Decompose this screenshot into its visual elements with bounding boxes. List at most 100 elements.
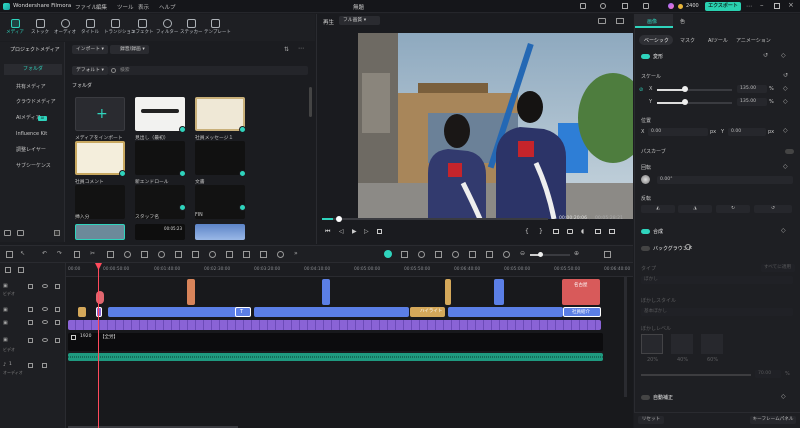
speed-icon[interactable] (124, 251, 131, 258)
title-clip[interactable]: 社員紹介 (563, 307, 601, 317)
tab-sticker[interactable]: ステッカー (180, 14, 203, 41)
stop-icon[interactable] (377, 229, 382, 234)
tab-color[interactable]: 色 (680, 18, 685, 25)
title-clip[interactable]: T (235, 307, 251, 317)
path-curve-toggle[interactable] (785, 149, 794, 154)
scrollbar[interactable] (309, 87, 312, 117)
scale-x-input[interactable]: 135.00 (737, 85, 767, 93)
text-icon[interactable] (141, 251, 148, 258)
mask-icon[interactable] (192, 251, 199, 258)
avatar[interactable] (668, 3, 674, 9)
tab-effect[interactable]: エフェクト (131, 14, 154, 41)
more-icon[interactable]: ⋯ (746, 3, 752, 10)
mix-icon[interactable] (486, 251, 493, 258)
zoom-slider[interactable] (530, 254, 570, 256)
snap-toggle-icon[interactable] (384, 250, 392, 258)
sidebar-item-influence-kit[interactable]: Influence Kit (4, 129, 62, 140)
composite-toggle[interactable] (641, 229, 650, 234)
preview-mode[interactable]: 再生 (323, 18, 334, 26)
title-clip[interactable] (187, 279, 195, 305)
link-track-icon[interactable] (18, 267, 24, 273)
menu-file[interactable]: ファイル (75, 3, 97, 11)
fullscreen-icon[interactable] (595, 229, 601, 234)
pip-icon[interactable] (469, 251, 476, 258)
more-icon[interactable]: » (294, 250, 298, 257)
export-button[interactable]: エクスポート (705, 2, 741, 11)
slider-handle[interactable] (682, 86, 688, 92)
mute-icon[interactable] (55, 284, 60, 289)
play-icon[interactable]: ▶ (352, 228, 357, 235)
render-icon[interactable] (418, 251, 425, 258)
vertical-scrollbar[interactable] (624, 277, 627, 397)
layout-icon[interactable] (616, 18, 624, 24)
subtab-animation[interactable]: アニメーション (736, 37, 771, 44)
import-dropdown[interactable]: インポート ▾ (72, 45, 108, 54)
mute-icon[interactable] (55, 338, 60, 343)
zoom-out-icon[interactable]: ⊖ (520, 250, 525, 257)
record-icon[interactable] (277, 251, 284, 258)
select-arrow-icon[interactable]: ↖ (20, 250, 25, 257)
menu-view[interactable]: 表示 (138, 3, 149, 11)
diamond-icon[interactable]: ◇ (781, 227, 786, 234)
lock-icon[interactable] (28, 363, 33, 368)
title-clip[interactable] (78, 307, 86, 317)
rotate-left-button[interactable]: ↺ (754, 205, 792, 213)
title-clip[interactable] (254, 307, 409, 317)
title-clip[interactable] (322, 279, 330, 305)
monitor-icon[interactable] (580, 3, 586, 9)
scale-y-input[interactable]: 135.00 (737, 98, 767, 106)
audio-waveform-clip[interactable] (68, 353, 603, 361)
color-icon[interactable] (158, 251, 165, 258)
layout-icon[interactable] (604, 251, 611, 258)
reset-button[interactable]: リセット (638, 416, 664, 424)
playhead[interactable] (98, 263, 99, 428)
redo-icon[interactable]: ↷ (57, 250, 62, 257)
blur-style-select[interactable]: 基本ぼかし (641, 308, 793, 316)
record-dropdown[interactable]: 録音/録画 ▾ (110, 45, 149, 54)
info-icon[interactable] (685, 244, 691, 250)
menu-help[interactable]: ヘルプ (159, 3, 176, 11)
bell-icon[interactable] (643, 3, 649, 9)
sidebar-item-folder[interactable]: フォルダ (4, 64, 62, 75)
prev-frame-icon[interactable]: ◁ (339, 228, 344, 235)
fit-icon[interactable] (553, 229, 559, 234)
lock-icon[interactable] (28, 338, 33, 343)
media-thumbnail[interactable] (135, 141, 185, 175)
expand-icon[interactable] (609, 229, 615, 234)
sidebar-item-ai-media[interactable]: AIメディア (4, 113, 62, 124)
maximize-icon[interactable] (774, 3, 780, 9)
freeze-icon[interactable] (226, 251, 233, 258)
crop-icon[interactable] (107, 251, 114, 258)
media-thumbnail[interactable]: 00:05:23 (135, 224, 185, 240)
sort-dropdown[interactable]: デフォルト ▾ (72, 66, 108, 75)
flip-vertical-button[interactable]: ◮ (678, 205, 712, 213)
preview-progress-track[interactable] (322, 218, 548, 220)
blur-level-option[interactable] (701, 334, 723, 354)
menu-edit[interactable]: 編集 (96, 3, 107, 11)
diamond-icon[interactable]: ◇ (781, 393, 786, 400)
main-video-clip[interactable]: 1920 【全労】 (68, 333, 603, 351)
title-clip[interactable] (494, 279, 504, 305)
media-thumbnail[interactable] (195, 224, 245, 240)
scale-x-slider[interactable] (657, 89, 732, 91)
tab-title[interactable]: タイトル (79, 14, 101, 41)
transform-toggle[interactable] (641, 54, 650, 59)
background-toggle[interactable] (641, 246, 650, 251)
tab-media[interactable]: メディア (4, 14, 26, 41)
voiceover-icon[interactable] (435, 251, 442, 258)
reset-icon[interactable]: ↺ (763, 52, 768, 59)
auto-correct-toggle[interactable] (641, 395, 650, 400)
keyframe-icon[interactable]: ◇ (783, 98, 788, 105)
mic-icon[interactable] (452, 251, 459, 258)
mark-out-icon[interactable]: } (539, 228, 543, 235)
subtab-basic[interactable]: ベーシック (644, 37, 669, 44)
camera-icon[interactable] (567, 229, 573, 234)
keyframe-icon[interactable]: ◇ (783, 85, 788, 92)
sidebar-item-subsequence[interactable]: サブシーケンス (4, 161, 62, 172)
sidebar-item-cloud-media[interactable]: クラウドメディア (4, 97, 62, 108)
stabilize-icon[interactable] (243, 251, 250, 258)
minimize-icon[interactable]: – (760, 1, 764, 9)
mark-in-icon[interactable]: { (525, 228, 529, 235)
more-options-icon[interactable]: ⋯ (298, 45, 304, 52)
media-thumbnail[interactable] (195, 141, 245, 175)
